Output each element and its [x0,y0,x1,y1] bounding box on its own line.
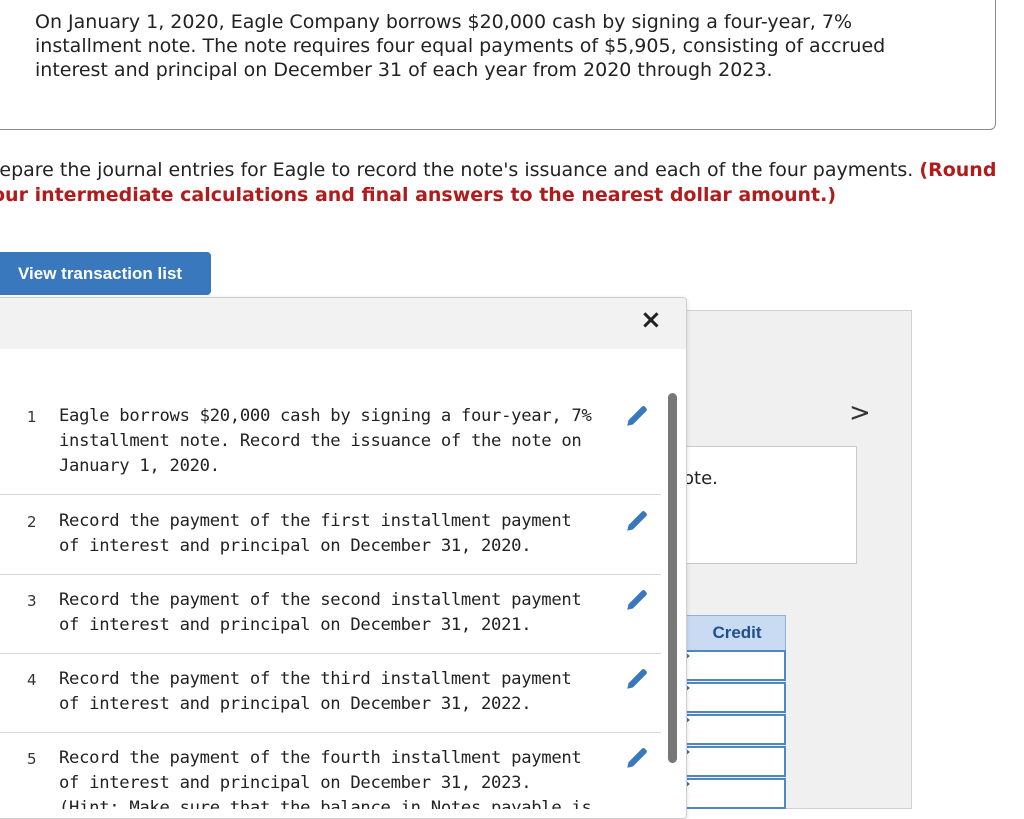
credit-input[interactable] [684,650,786,681]
transaction-description-box: ote. [683,446,857,564]
transaction-number: 1 [27,408,37,426]
transaction-text: Record the payment of the first installm… [59,511,572,556]
transaction-text: Record the payment of the second install… [59,590,582,635]
edit-pencil-icon[interactable] [624,587,650,613]
next-chevron-icon[interactable]: > [849,398,871,428]
problem-statement: On January 1, 2020, Eagle Company borrow… [35,11,886,81]
transaction-number: 3 [27,592,37,610]
credit-input[interactable] [684,682,786,713]
transaction-text: Record the payment of the third installm… [59,669,572,714]
view-transaction-list-button[interactable]: View transaction list [0,252,211,295]
credit-column-header: Credit [684,615,786,651]
instructions-text: repare the journal entries for Eagle to … [0,159,920,181]
edit-pencil-icon[interactable] [624,403,650,429]
transaction-description-fragment: ote. [683,468,718,489]
transaction-text: Record the payment of the fourth install… [59,748,592,809]
instructions: repare the journal entries for Eagle to … [0,158,1024,208]
close-icon[interactable]: × [640,307,662,333]
edit-pencil-icon[interactable] [624,508,650,534]
instructions-emphasis-1: (Round [919,159,997,181]
credit-input[interactable] [684,714,786,745]
credit-input[interactable] [684,778,786,809]
credit-input[interactable] [684,746,786,777]
edit-pencil-icon[interactable] [624,666,650,692]
problem-statement-box: On January 1, 2020, Eagle Company borrow… [0,0,996,130]
edit-pencil-icon[interactable] [624,745,650,771]
transaction-number: 4 [27,671,37,689]
transaction-text: Eagle borrows $20,000 cash by signing a … [59,406,592,476]
popup-scrollbar[interactable] [668,393,677,763]
transaction-number: 2 [27,513,37,531]
transaction-number: 5 [27,750,37,768]
popup-header [0,298,686,349]
instructions-emphasis-2: our intermediate calculations and final … [0,184,837,206]
